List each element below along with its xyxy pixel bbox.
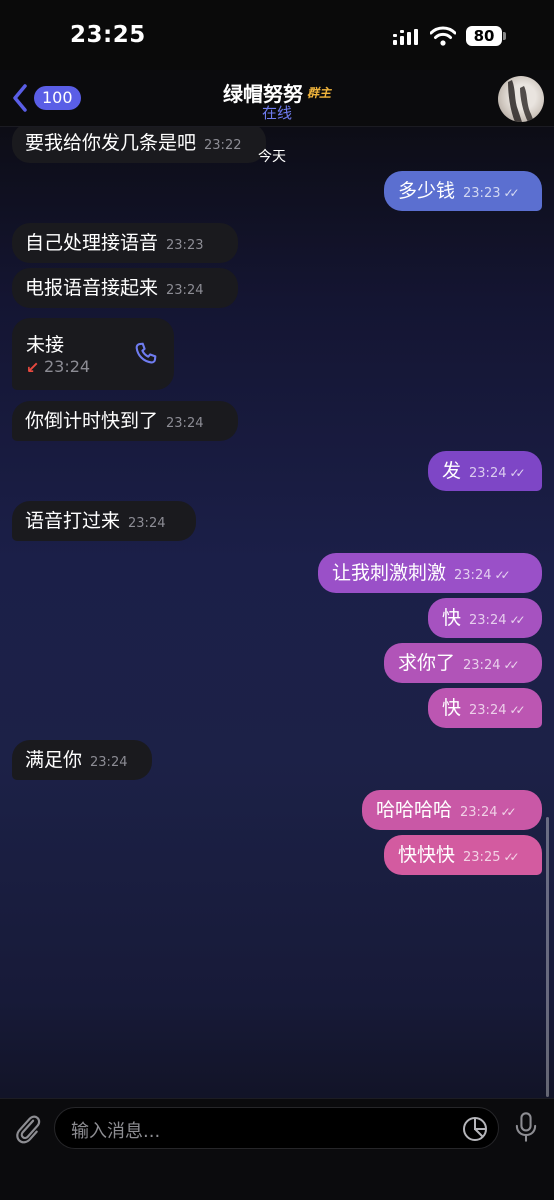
composer-bar: 输入消息...: [0, 1098, 554, 1200]
message-time: 23:24: [166, 283, 204, 298]
message-time: 23:24: [128, 516, 166, 531]
message-time: 23:25: [463, 850, 501, 865]
message-bubble-in[interactable]: 满足你 23:24: [12, 740, 152, 780]
message-bubble-out[interactable]: 哈哈哈哈 23:24 ✓✓: [362, 790, 542, 830]
message-time: 23:24: [469, 613, 507, 628]
chat-status: 在线: [261, 104, 292, 122]
read-ticks-icon: ✓✓: [503, 186, 519, 200]
message-time: 23:24: [454, 568, 492, 583]
scrollbar[interactable]: [546, 817, 549, 1097]
message-time: 23:24: [460, 805, 498, 820]
message-bubble-in[interactable]: 自己处理接语音 23:23: [12, 223, 238, 263]
message-input-placeholder: 输入消息...: [71, 1121, 161, 1142]
message-bubble-out[interactable]: 快快快 23:25 ✓✓: [384, 835, 542, 875]
message-time: 23:24: [166, 416, 204, 431]
message-text: 求你了: [398, 652, 456, 674]
chat-header: 100 绿帽努努 群主 在线: [0, 70, 554, 127]
read-ticks-icon: ✓✓: [509, 703, 525, 717]
message-bubble-in[interactable]: 电报语音接起来 23:24: [12, 268, 238, 308]
message-time: 23:22: [204, 138, 242, 153]
message-text: 发: [442, 460, 462, 482]
read-ticks-icon: ✓✓: [509, 466, 525, 480]
chat-screen: 23:25 80 100 绿帽努努 群主 在线 要我给你发几条是吧 23:22 …: [0, 0, 554, 1200]
message-time: 23:24: [469, 703, 507, 718]
microphone-icon[interactable]: [512, 1111, 540, 1143]
message-text: 快: [442, 697, 462, 719]
read-ticks-icon: ✓✓: [509, 613, 525, 627]
message-bubble-in[interactable]: 要我给你发几条是吧 23:22: [12, 127, 266, 163]
read-ticks-icon: ✓✓: [494, 568, 510, 582]
message-list[interactable]: 要我给你发几条是吧 23:22 今天 多少钱 23:23 ✓✓ 自己处理接语音 23:2…: [0, 127, 554, 1098]
phone-icon[interactable]: [132, 340, 160, 368]
avatar-image: [508, 80, 534, 122]
message-text: 让我刺激刺激: [332, 562, 447, 584]
read-ticks-icon: ✓✓: [503, 850, 519, 864]
message-text: 自己处理接语音: [25, 232, 159, 254]
message-text: 你倒计时快到了: [25, 410, 159, 432]
message-bubble-in[interactable]: 你倒计时快到了 23:24: [12, 401, 238, 441]
message-bubble-out[interactable]: 让我刺激刺激 23:24 ✓✓: [318, 553, 542, 593]
message-text: 满足你: [25, 749, 83, 771]
wifi-icon: [430, 26, 456, 46]
date-chip: 今天: [258, 149, 286, 165]
status-bar: 23:25 80: [0, 0, 554, 70]
call-title: 未接: [26, 334, 65, 356]
read-ticks-icon: ✓✓: [500, 805, 516, 819]
message-text: 快快快: [398, 844, 456, 866]
status-time: 23:25: [70, 22, 146, 48]
missed-call-bubble[interactable]: 未接 ↙ 23:24: [12, 318, 174, 390]
sticker-icon[interactable]: [462, 1116, 488, 1142]
battery-indicator: 80: [466, 26, 502, 46]
read-ticks-icon: ✓✓: [503, 658, 519, 672]
message-bubble-out[interactable]: 发 23:24 ✓✓: [428, 451, 542, 491]
message-time: 23:24: [90, 755, 128, 770]
message-text: 语音打过来: [25, 510, 121, 532]
message-bubble-out[interactable]: 多少钱 23:23 ✓✓: [384, 171, 542, 211]
message-text: 要我给你发几条是吧: [25, 132, 197, 154]
message-text: 快: [442, 607, 462, 629]
missed-call-arrow-icon: ↙: [26, 358, 40, 377]
message-bubble-in[interactable]: 语音打过来 23:24: [12, 501, 196, 541]
battery-cap: [503, 32, 506, 40]
message-time: 23:23: [463, 186, 501, 201]
message-text: 哈哈哈哈: [376, 799, 453, 821]
avatar[interactable]: [498, 76, 544, 122]
message-input[interactable]: 输入消息...: [54, 1107, 499, 1149]
message-text: 电报语音接起来: [25, 277, 159, 299]
role-badge: 群主: [306, 86, 331, 100]
message-text: 多少钱: [398, 180, 456, 202]
message-bubble-out[interactable]: 求你了 23:24 ✓✓: [384, 643, 542, 683]
call-time: 23:24: [44, 357, 91, 376]
signal-icon: [393, 29, 418, 45]
message-bubble-out[interactable]: 快 23:24 ✓✓: [428, 688, 542, 728]
message-time: 23:24: [469, 466, 507, 481]
message-time: 23:23: [166, 238, 204, 253]
paperclip-icon[interactable]: [12, 1111, 42, 1145]
message-bubble-out[interactable]: 快 23:24 ✓✓: [428, 598, 542, 638]
message-time: 23:24: [463, 658, 501, 673]
